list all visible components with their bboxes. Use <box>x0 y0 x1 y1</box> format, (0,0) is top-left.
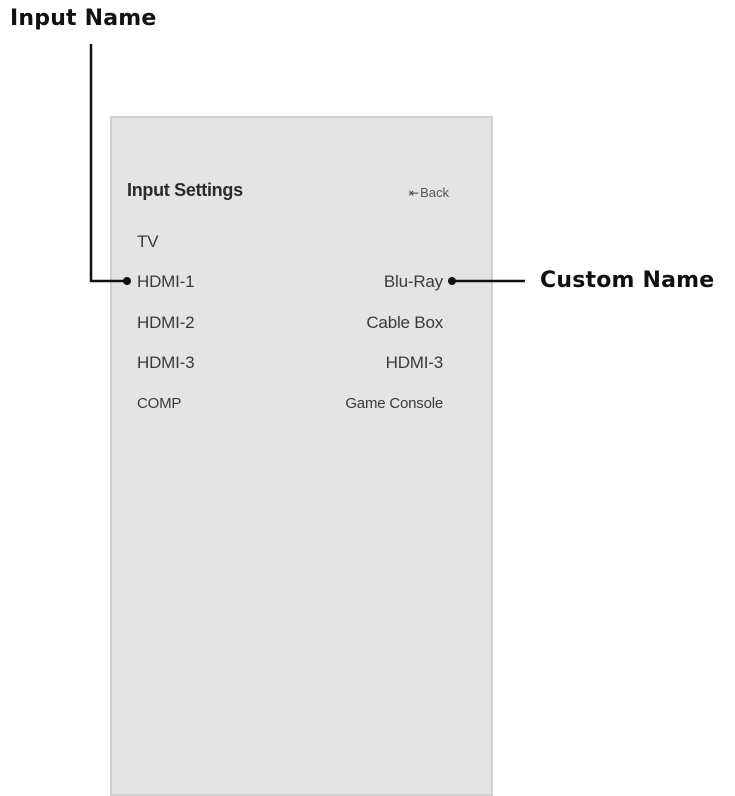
input-settings-panel: Input Settings ⇤ Back TV HDMI-1 Blu-Ray … <box>110 116 493 796</box>
input-row-hdmi-2[interactable]: HDMI-2 Cable Box <box>137 311 443 335</box>
custom-name: Blu-Ray <box>383 272 443 291</box>
custom-name: HDMI-3 <box>385 353 444 372</box>
input-name: HDMI-2 <box>137 313 195 332</box>
custom-name: Cable Box <box>366 313 443 332</box>
input-name: COMP <box>137 394 182 412</box>
input-row-hdmi-3[interactable]: HDMI-3 HDMI-3 <box>137 351 443 375</box>
back-button[interactable]: ⇤ Back <box>409 185 449 200</box>
input-row-tv[interactable]: TV <box>137 230 443 254</box>
back-button-label: Back <box>420 185 449 200</box>
input-row-comp[interactable]: COMP Game Console <box>137 391 443 415</box>
input-name: TV <box>137 232 159 251</box>
input-row-hdmi-1[interactable]: HDMI-1 Blu-Ray <box>137 270 443 294</box>
panel-title: Input Settings <box>127 180 243 200</box>
custom-name-callout-label: Custom Name <box>540 268 715 293</box>
input-name-callout-label: Input Name <box>10 6 157 31</box>
back-arrow-icon: ⇤ <box>409 185 420 200</box>
input-name: HDMI-1 <box>137 272 195 291</box>
input-name: HDMI-3 <box>137 353 195 372</box>
custom-name: Game Console <box>345 394 443 412</box>
